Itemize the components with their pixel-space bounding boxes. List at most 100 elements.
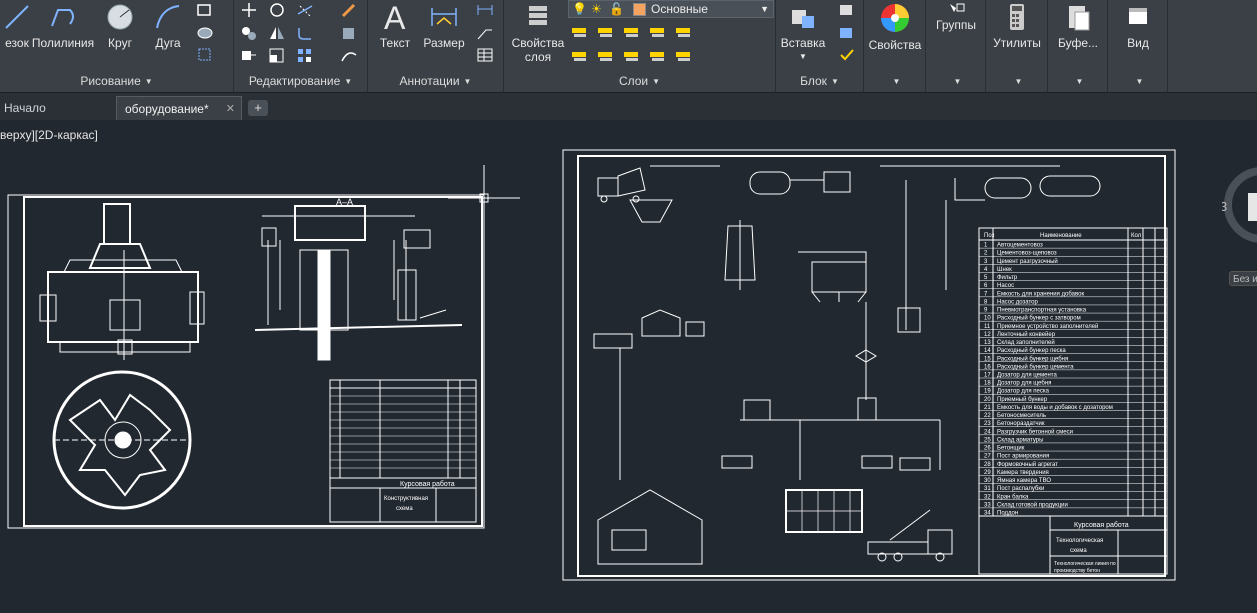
right-title-block-subtitle-1: Технологическая xyxy=(1056,538,1103,544)
table-row: Склад готовой продукции xyxy=(997,501,1068,508)
table-row-number: 3 xyxy=(984,259,988,265)
rotate-icon[interactable] xyxy=(268,2,286,18)
table-row-number: 20 xyxy=(984,397,991,403)
insert-button[interactable]: Вставка ▼ xyxy=(778,0,828,64)
table-row-number: 32 xyxy=(984,494,991,500)
properties-panel[interactable]: Свойства ▼ xyxy=(864,0,926,92)
clipboard-panel[interactable]: Буфе... ▼ xyxy=(1048,0,1108,92)
table-row: Фильтр xyxy=(997,275,1018,281)
left-title-block-title: Курсовая работа xyxy=(400,480,455,488)
dimension-button[interactable]: Размер xyxy=(420,0,468,50)
right-drawing-sheet[interactable] xyxy=(562,149,1176,581)
utilities-panel-expand[interactable]: ▼ xyxy=(986,73,1047,89)
edit-block-icon[interactable] xyxy=(838,25,856,41)
table-row: Емкость для хранения добавок xyxy=(997,291,1084,297)
explode-icon[interactable] xyxy=(340,25,358,41)
tab-start[interactable]: Начало xyxy=(0,96,112,120)
linear-dim-icon[interactable] xyxy=(476,2,494,18)
arc-button[interactable]: Дуга xyxy=(148,0,188,50)
mirror-icon[interactable] xyxy=(268,25,286,41)
right-title-block-note-2: производству бетон xyxy=(1054,568,1100,574)
boundary-icon[interactable] xyxy=(196,47,214,63)
trim-icon[interactable] xyxy=(296,2,314,18)
rectangle-icon[interactable] xyxy=(196,2,214,18)
view-panel-expand[interactable]: ▼ xyxy=(1108,73,1167,89)
stretch-icon[interactable] xyxy=(240,47,258,63)
table-row: Склад арматуры xyxy=(997,437,1043,443)
viewcube-face[interactable] xyxy=(1248,193,1257,221)
copy-icon[interactable] xyxy=(240,25,258,41)
polyline-icon xyxy=(51,9,74,27)
line-button[interactable]: езок xyxy=(0,0,34,50)
close-icon[interactable]: ✕ xyxy=(226,97,235,121)
clipboard-label: Буфе... xyxy=(1057,36,1099,50)
layer-dropdown[interactable]: 💡 ☀ 🔓 Основные ▼ xyxy=(568,0,774,18)
right-table-header-qty: Кол xyxy=(1131,233,1142,239)
annotation-panel-title[interactable]: Аннотации ▼ xyxy=(368,73,503,89)
leader-icon[interactable] xyxy=(476,25,494,41)
clipboard-button[interactable]: Буфе... xyxy=(1048,0,1108,50)
fillet-icon[interactable] xyxy=(296,25,314,41)
groups-label: Группы xyxy=(936,18,976,32)
layer-tools-icons[interactable] xyxy=(570,24,710,68)
layers-panel-title[interactable]: Слои ▼ xyxy=(504,73,775,89)
table-row-number: 34 xyxy=(984,511,991,517)
array-icon[interactable] xyxy=(296,47,314,63)
insert-icon xyxy=(792,10,814,28)
table-row: Формовочный агрегат xyxy=(997,461,1058,468)
insert-dropdown-icon: ▼ xyxy=(799,52,807,61)
groups-panel-expand[interactable]: ▼ xyxy=(926,73,985,89)
circle-button[interactable]: Круг xyxy=(100,0,140,50)
viewport-controls-label[interactable]: верху][2D-каркас] xyxy=(0,128,98,142)
table-row-number: 29 xyxy=(984,470,991,476)
polyline-button[interactable]: Полилиния xyxy=(30,0,96,50)
draw-panel-title[interactable]: Рисование ▼ xyxy=(0,73,233,89)
block-panel-title[interactable]: Блок ▼ xyxy=(776,73,863,89)
left-drawing-sheet[interactable] xyxy=(7,194,485,529)
annotation-panel: A Текст Размер Аннотации ▼ xyxy=(368,0,504,92)
scale-icon[interactable] xyxy=(268,47,286,63)
file-tab-bar: Начало оборудование* ✕ + xyxy=(0,92,1257,120)
table-row-number: 19 xyxy=(984,389,991,395)
new-tab-button[interactable]: + xyxy=(248,100,268,116)
layer-properties-button[interactable]: Свойства слоя xyxy=(508,0,568,64)
view-panel[interactable]: Вид ▼ xyxy=(1108,0,1168,92)
table-row: Емкость для воды и добавок с дозатором xyxy=(997,405,1113,411)
crosshair-cursor xyxy=(448,165,520,236)
wcs-menu[interactable]: Без и xyxy=(1229,271,1257,286)
table-row: Разгрузчик бетонной смеси xyxy=(997,428,1073,435)
utilities-panel[interactable]: Утилиты ▼ xyxy=(986,0,1048,92)
clipboard-panel-expand[interactable]: ▼ xyxy=(1048,73,1107,89)
right-title-block xyxy=(978,515,1168,575)
viewcube[interactable]: 3 xyxy=(1222,163,1257,253)
modify-panel-title[interactable]: Редактирование ▼ xyxy=(234,73,367,89)
view-button[interactable]: Вид xyxy=(1108,0,1168,50)
properties-panel-expand[interactable]: ▼ xyxy=(864,73,925,89)
table-row-number: 18 xyxy=(984,381,991,387)
bulb-icon: 💡 xyxy=(572,2,587,16)
groups-panel[interactable]: Группы ▼ xyxy=(926,0,986,92)
left-title-block xyxy=(329,477,477,523)
hatch-icon[interactable] xyxy=(196,25,214,41)
text-button[interactable]: A Текст xyxy=(376,0,414,50)
sun-icon: ☀ xyxy=(591,2,602,16)
table-row-number: 26 xyxy=(984,446,991,452)
utilities-button[interactable]: Утилиты xyxy=(986,0,1048,50)
offset-icon[interactable] xyxy=(340,47,358,63)
erase-icon[interactable] xyxy=(340,2,358,18)
line-label: езок xyxy=(5,36,29,50)
table-row-number: 17 xyxy=(984,373,991,379)
table-icon[interactable] xyxy=(476,47,494,63)
arc-label: Дуга xyxy=(155,36,181,50)
text-label: Текст xyxy=(379,36,411,50)
right-title-block-subtitle-2: схема xyxy=(1070,548,1087,554)
attribute-icon[interactable] xyxy=(838,47,856,63)
clipboard-icon xyxy=(1069,6,1090,31)
move-icon[interactable] xyxy=(240,2,258,18)
table-row-number: 14 xyxy=(984,348,991,354)
create-block-icon[interactable] xyxy=(838,2,856,18)
tab-drawing[interactable]: оборудование* ✕ xyxy=(116,96,242,120)
properties-button[interactable]: Свойства xyxy=(864,0,926,52)
groups-button[interactable]: Группы xyxy=(926,0,986,32)
table-row: Расходный бункер щебня xyxy=(997,355,1068,362)
